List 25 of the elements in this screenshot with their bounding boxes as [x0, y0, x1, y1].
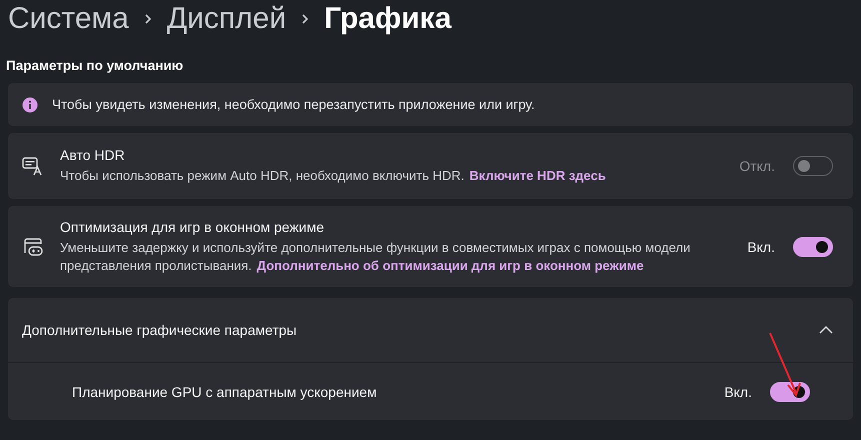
toggle-state-label: Вкл.	[747, 238, 775, 254]
setting-link[interactable]: Дополнительно об оптимизации для игр в оконном режиме	[256, 258, 644, 272]
setting-description: Чтобы использовать режим Auto HDR, необходимо включить HDR. Включите HDR здесь	[60, 167, 607, 185]
toggle-switch[interactable]	[770, 382, 810, 402]
section-heading: Параметры по умолчанию	[6, 58, 184, 73]
breadcrumb-item[interactable]: Система	[8, 2, 129, 36]
toggle-switch[interactable]	[793, 236, 833, 256]
breadcrumb-item: Графика	[324, 2, 452, 36]
setting-link[interactable]: Включите HDR здесь	[469, 168, 606, 183]
annotation-arrow	[768, 331, 804, 399]
chevron-right-icon	[142, 12, 153, 26]
expander-title: Дополнительные графические параметры	[22, 322, 297, 338]
chevron-up-icon[interactable]	[819, 326, 833, 334]
chevron-right-icon	[300, 12, 310, 26]
setting-title: Планирование GPU с аппаратным ускорением	[72, 384, 377, 400]
info-icon	[22, 96, 38, 112]
setting-title: Авто HDR	[60, 147, 126, 163]
toggle-state-label: Вкл.	[724, 384, 752, 400]
breadcrumb-item[interactable]: Дисплей	[166, 2, 286, 36]
setting-description: Уменьшите задержку и используйте дополнительные функции в совместимых играх с помощью модели представления пролистывания. Дополнительно об оптимизации для игр в оконном режиме	[60, 238, 692, 274]
info-text: Чтобы увидеть изменения, необходимо перезапустить приложение или игру.	[52, 97, 535, 112]
hdr-icon	[22, 155, 44, 177]
game-window-icon	[22, 236, 44, 258]
toggle-state-label: Откл.	[739, 158, 775, 174]
setting-title: Оптимизация для игр в оконном режиме	[60, 218, 326, 234]
